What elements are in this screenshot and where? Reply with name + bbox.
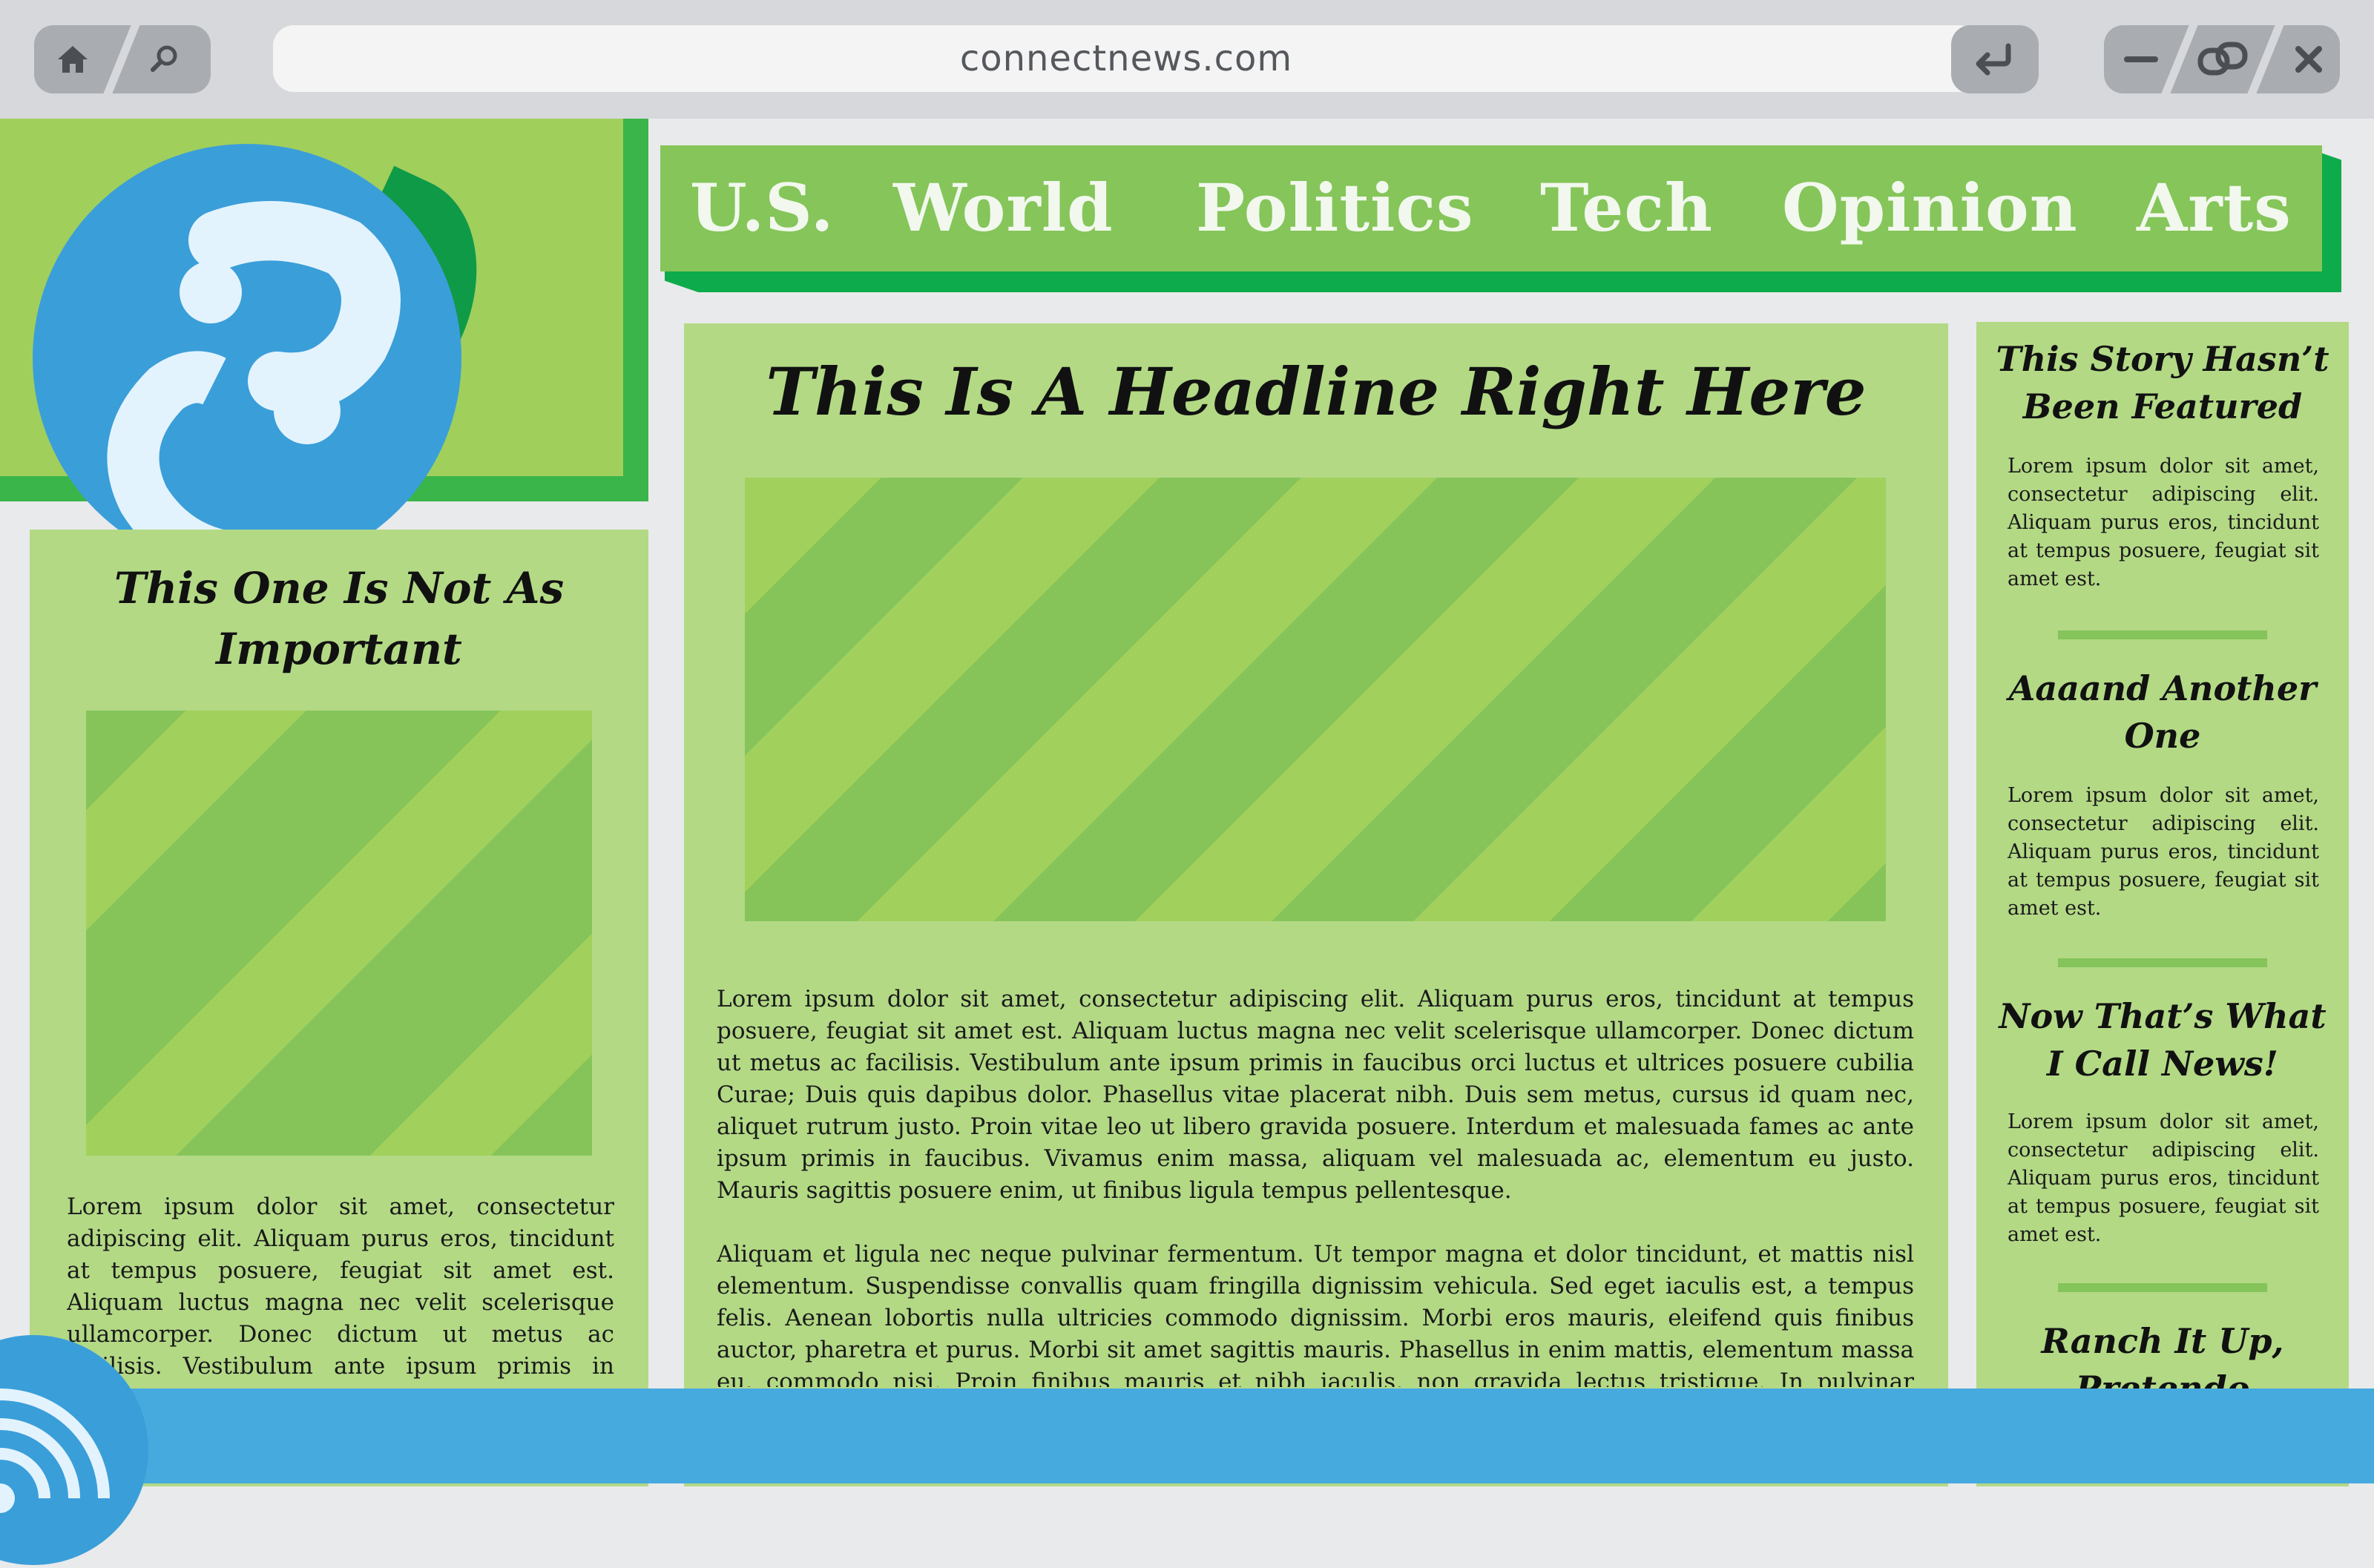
- featured-paragraph-1: Lorem ipsum dolor sit amet, consectetur …: [717, 986, 1914, 1204]
- nav-item-us[interactable]: U.S.: [690, 156, 834, 260]
- home-icon[interactable]: [53, 40, 92, 79]
- question-mark-logo-icon[interactable]: [33, 144, 461, 585]
- enter-icon: [1973, 40, 2016, 79]
- sidebar-story-headline[interactable]: Now That’s What I Call News!: [1988, 992, 2337, 1087]
- sidebar-story-text: Lorem ipsum dolor sit amet, consectetur …: [2008, 1110, 2319, 1246]
- bottom-bar: [0, 1389, 2374, 1483]
- navigation-buttons: [34, 25, 211, 93]
- minimize-icon[interactable]: [2120, 40, 2162, 79]
- featured-headline[interactable]: This Is A Headline Right Here: [714, 347, 1918, 436]
- nav-item-arts[interactable]: Arts: [2137, 156, 2292, 260]
- nav-item-politics[interactable]: Politics: [1196, 156, 1474, 260]
- nav-item-tech[interactable]: Tech: [1540, 156, 1713, 260]
- address-bar[interactable]: connectnews.com: [273, 25, 1979, 92]
- sidebar-story-text: Lorem ipsum dolor sit amet, consectetur …: [2008, 784, 2319, 920]
- sidebar-story-headline[interactable]: Aaaand Another One: [1988, 665, 2337, 760]
- search-icon[interactable]: [145, 40, 184, 79]
- nav-item-world[interactable]: World: [893, 156, 1114, 260]
- close-icon[interactable]: [2289, 40, 2328, 79]
- sidebar-divider: [2058, 630, 2267, 639]
- link-icon[interactable]: [2196, 37, 2251, 82]
- nav-item-opinion[interactable]: Opinion: [1782, 156, 2078, 260]
- secondary-story-text: Lorem ipsum dolor sit amet, consectetur …: [67, 1193, 614, 1380]
- secondary-story-image[interactable]: [86, 711, 592, 1156]
- secondary-headline[interactable]: This One Is Not As Important: [89, 558, 589, 679]
- sidebar-divider: [2058, 958, 2267, 967]
- sidebar-story-text: Lorem ipsum dolor sit amet, consectetur …: [2008, 455, 2319, 590]
- go-button[interactable]: [1951, 25, 2039, 93]
- sidebar-story-headline[interactable]: This Story Hasn’t Been Featured: [1988, 335, 2337, 430]
- sidebar-divider: [2058, 1283, 2267, 1292]
- featured-paragraph-2: Aliquam et ligula nec neque pulvinar fer…: [717, 1241, 1914, 1387]
- window-controls: [2104, 25, 2340, 93]
- feed-icon[interactable]: [0, 1335, 148, 1565]
- featured-story-image[interactable]: [745, 478, 1886, 921]
